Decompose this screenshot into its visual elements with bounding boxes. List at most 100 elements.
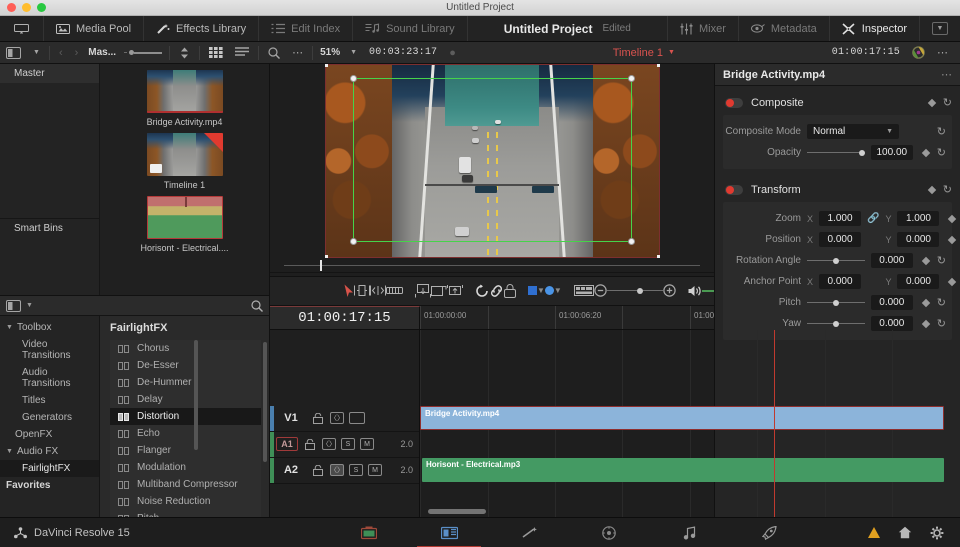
zoom-y-value[interactable]: 1.000 — [897, 211, 940, 226]
transform-handle-br[interactable] — [627, 238, 635, 245]
bin-item-smart-bins[interactable]: Smart Bins — [0, 219, 99, 238]
effects-list-scrollbar[interactable] — [263, 342, 267, 462]
solo-button[interactable]: S — [349, 464, 363, 476]
mute-button[interactable]: M — [368, 464, 382, 476]
transform-handle-bl[interactable] — [349, 238, 357, 245]
timeline-clip-area[interactable]: Bridge Activity.mp4 Horisont - Electrica… — [420, 329, 944, 517]
opacity-slider[interactable] — [807, 149, 865, 156]
keyframe-icon[interactable] — [921, 298, 931, 307]
linked-selection-button[interactable] — [489, 280, 504, 302]
opacity-value[interactable]: 100.00 — [870, 145, 913, 160]
effect-item-de-esser[interactable]: De-Esser — [110, 357, 261, 374]
nav-back-button[interactable]: ‹ — [53, 42, 69, 63]
page-button-media[interactable] — [329, 518, 409, 547]
timeline-horizontal-scrollbar[interactable] — [428, 509, 486, 514]
mute-button[interactable]: M — [360, 438, 374, 450]
transform-handle-tr[interactable] — [627, 75, 635, 82]
list-view-button[interactable] — [229, 42, 255, 63]
timeline-options-button[interactable]: ⋯ — [931, 42, 954, 63]
workspace-toggle-button[interactable] — [0, 16, 44, 41]
thumbnail-size-slider[interactable] — [120, 50, 166, 55]
inspector-options-button[interactable]: ⋯ — [941, 68, 952, 81]
tree-item-video-transitions[interactable]: Video Transitions — [0, 336, 99, 364]
pitch-slider[interactable] — [807, 299, 865, 306]
dynamic-trim-tool-button[interactable] — [370, 280, 386, 302]
zoom-dropdown-icon[interactable]: ▼ — [344, 42, 363, 63]
marker-dropdown-button[interactable]: ▼ — [554, 280, 562, 302]
page-button-edit[interactable] — [409, 518, 489, 547]
timeline-ruler[interactable]: 01:00:00:00 01:00:06:20 01:00:13:10 01:0… — [420, 305, 714, 329]
inspector-section-transform-header[interactable]: Transform ↻ — [715, 177, 960, 202]
video-preview[interactable] — [324, 64, 660, 258]
lock-icon[interactable] — [311, 412, 325, 424]
timeline-view-options-button[interactable] — [573, 280, 594, 302]
crop-handle-tl[interactable] — [324, 64, 328, 67]
track-header-a2[interactable]: A2 〈〉 S M 2.0 — [270, 457, 419, 484]
clip-thumbnail-timeline[interactable] — [146, 133, 223, 176]
keyframe-icon[interactable] — [948, 214, 957, 223]
trim-edit-tool-button[interactable] — [354, 280, 370, 302]
flag-dropdown-button[interactable]: ▼ — [537, 280, 545, 302]
reset-icon[interactable]: ↻ — [943, 183, 952, 196]
yaw-slider[interactable] — [807, 320, 865, 327]
track-header-v1[interactable]: V1 〈〉 — [270, 405, 419, 432]
keyframe-icon[interactable] — [921, 319, 931, 328]
timeline-clip-audio[interactable]: Horisont - Electrical.mp3 — [422, 457, 944, 482]
effect-item-modulation[interactable]: Modulation — [110, 459, 261, 476]
keyframe-icon[interactable] — [921, 256, 931, 265]
viewer-stage[interactable] — [270, 64, 714, 258]
effect-item-multiband-compressor[interactable]: Multiband Compressor — [110, 476, 261, 493]
pool-view-dropdown[interactable]: ▼ — [27, 42, 46, 63]
effect-item-distortion[interactable]: Distortion — [110, 408, 261, 425]
effect-item-pitch[interactable]: Pitch — [110, 510, 261, 517]
timeline-zoom-slider[interactable] — [606, 287, 663, 294]
search-icon[interactable] — [262, 42, 286, 63]
panel-collapse-button[interactable]: ▼ — [919, 16, 960, 41]
timeline-playhead-line[interactable] — [774, 329, 775, 517]
auto-select-icon[interactable]: 〈〉 — [330, 464, 344, 476]
timeline-current-timecode[interactable]: 01:00:17:15 — [270, 305, 420, 329]
reset-icon[interactable]: ↻ — [937, 125, 946, 138]
reset-icon[interactable]: ↻ — [937, 317, 946, 330]
rotation-angle-value[interactable]: 0.000 — [870, 253, 913, 268]
effect-item-chorus[interactable]: Chorus — [110, 340, 261, 357]
zoom-in-button[interactable] — [663, 280, 676, 302]
composite-enable-toggle[interactable] — [725, 97, 743, 108]
media-clip-item[interactable]: Timeline 1 — [145, 133, 225, 190]
position-x-value[interactable]: 0.000 — [819, 232, 861, 247]
home-icon[interactable] — [898, 526, 912, 539]
audio-volume-icon[interactable] — [688, 280, 702, 302]
tree-item-generators[interactable]: Generators — [0, 409, 99, 426]
retime-controls-button[interactable] — [475, 280, 489, 302]
tree-item-titles[interactable]: Titles — [0, 392, 99, 409]
clip-thumbnail-video[interactable] — [146, 70, 223, 113]
zoom-out-button[interactable] — [594, 280, 607, 302]
transform-handle-tl[interactable] — [349, 75, 357, 82]
edit-index-button[interactable]: Edit Index — [259, 16, 354, 41]
sound-library-button[interactable]: Sound Library — [353, 16, 468, 41]
pool-view-toggle[interactable] — [0, 42, 27, 63]
effect-item-delay[interactable]: Delay — [110, 391, 261, 408]
anchor-y-value[interactable]: 0.000 — [897, 274, 940, 289]
viewer-scrubber[interactable] — [270, 258, 714, 272]
reset-icon[interactable]: ↻ — [937, 146, 946, 159]
composite-mode-select[interactable]: Normal ▼ — [807, 124, 899, 139]
thumbnail-view-button[interactable] — [203, 42, 229, 63]
media-clip-item[interactable]: Horisont - Electrical.... — [140, 196, 229, 253]
replace-clip-button[interactable] — [447, 280, 463, 302]
metadata-button[interactable]: Metadata — [737, 16, 829, 41]
overwrite-clip-button[interactable] — [431, 280, 447, 302]
keyframe-icon[interactable] — [927, 98, 937, 107]
timeline-clip-video[interactable]: Bridge Activity.mp4 — [420, 405, 944, 430]
video-enable-icon[interactable] — [349, 412, 365, 424]
crop-handle-tr[interactable] — [656, 64, 660, 67]
reset-icon[interactable]: ↻ — [937, 296, 946, 309]
tree-item-audio-fx[interactable]: ▼ Audio FX — [0, 443, 99, 460]
panel-layout-icon[interactable] — [6, 299, 21, 312]
tree-item-fairlightfx[interactable]: FairlightFX — [0, 460, 99, 477]
lock-icon[interactable] — [311, 464, 325, 476]
warning-icon[interactable] — [868, 527, 880, 538]
chevron-down-icon[interactable]: ▼ — [26, 302, 33, 309]
tree-item-audio-transitions[interactable]: Audio Transitions — [0, 364, 99, 392]
page-button-fusion[interactable] — [489, 518, 569, 547]
